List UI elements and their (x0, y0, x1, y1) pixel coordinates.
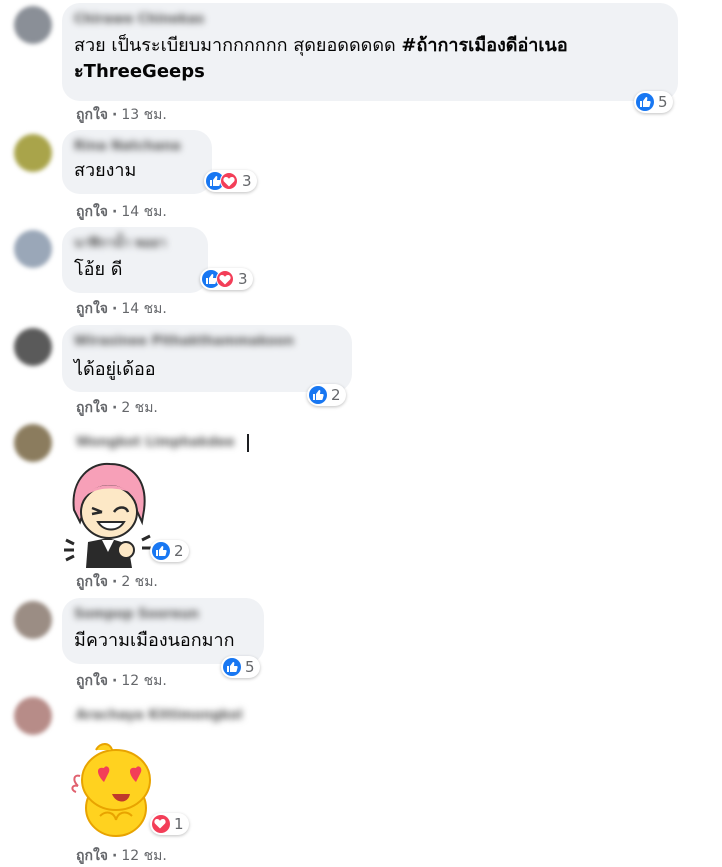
comment-author[interactable]: Sompop Sooreun (74, 606, 252, 624)
love-icon (216, 270, 234, 288)
comment-author[interactable]: Arachaya Kittimongkol (76, 707, 243, 725)
comment-author[interactable]: นาฬิกาน้ำ พอยา (74, 235, 196, 253)
like-link[interactable]: ถูกใจ (76, 400, 108, 416)
like-icon (636, 93, 654, 111)
like-icon (152, 542, 170, 560)
timestamp[interactable]: 12 ชม. (121, 673, 166, 689)
comment-text: สวยงาม (74, 160, 137, 181)
reaction-summary[interactable]: 5 (221, 656, 260, 678)
reaction-summary[interactable]: 2 (307, 384, 346, 406)
avatar[interactable] (14, 6, 52, 44)
like-link[interactable]: ถูกใจ (76, 574, 108, 590)
comment-bubble: Chirawe Chinekas สวย เป็นระเบียบมากกกกกก… (62, 3, 678, 101)
love-icon (152, 815, 170, 833)
like-icon (223, 658, 241, 676)
separator: · (112, 848, 118, 864)
like-icon (309, 386, 327, 404)
like-link[interactable]: ถูกใจ (76, 848, 108, 864)
reaction-count: 5 (658, 93, 668, 111)
like-link[interactable]: ถูกใจ (76, 301, 108, 317)
pink-hair-girl-sticker[interactable] (62, 460, 152, 568)
reaction-summary[interactable]: 5 (634, 91, 673, 113)
reaction-count: 3 (238, 270, 248, 288)
comment-text-line2: ะThreeGeeps (74, 61, 205, 82)
comment-author[interactable]: Wongkot Limphakdee (76, 434, 235, 452)
reaction-count: 1 (174, 815, 184, 833)
separator: · (112, 400, 118, 416)
comment-bubble: Wirasinee Pithakthammakoon ได้อยู่เด้ออ (62, 325, 352, 392)
hashtag-link[interactable]: #ถ้าการเมืองดีอ่าเนอ (401, 35, 567, 56)
avatar[interactable] (14, 424, 52, 462)
separator: · (112, 574, 118, 590)
comment-meta: ถูกใจ · 2 ชม. (76, 571, 158, 593)
timestamp[interactable]: 13 ชม. (121, 107, 166, 123)
separator: · (112, 204, 118, 220)
comment-author[interactable]: Wirasinee Pithakthammakoon (74, 333, 340, 351)
comment-text: โอ้ย ดี (74, 259, 123, 280)
timestamp[interactable]: 2 ชม. (121, 400, 158, 416)
avatar[interactable] (14, 134, 52, 172)
comment-text: มีความเมืองนอกมาก (74, 630, 235, 651)
comment-text-main: สวย เป็นระเบียบมากกกกกก สุดยอดดดดด (74, 35, 402, 56)
separator: · (112, 107, 118, 123)
comment-meta: ถูกใจ · 12 ชม. (76, 670, 167, 692)
sticker-cursor (247, 434, 249, 452)
comment-bubble: นาฬิกาน้ำ พอยา โอ้ย ดี (62, 227, 208, 293)
avatar[interactable] (14, 230, 52, 268)
reaction-count: 2 (174, 542, 184, 560)
reaction-count: 5 (245, 658, 255, 676)
comment-meta: ถูกใจ · 2 ชม. (76, 397, 158, 419)
timestamp[interactable]: 14 ชม. (121, 301, 166, 317)
reaction-summary[interactable]: 1 (150, 813, 189, 835)
comment-author[interactable]: Chirawe Chinekas (74, 11, 666, 29)
avatar[interactable] (14, 601, 52, 639)
comment-author[interactable]: Rina Natchana (74, 138, 200, 156)
separator: · (112, 301, 118, 317)
separator: · (112, 673, 118, 689)
comment-meta: ถูกใจ · 13 ชม. (76, 104, 167, 126)
avatar[interactable] (14, 328, 52, 366)
like-link[interactable]: ถูกใจ (76, 204, 108, 220)
timestamp[interactable]: 14 ชม. (121, 204, 166, 220)
reaction-summary[interactable]: 3 (200, 268, 253, 290)
comment-text: ได้อยู่เด้ออ (74, 359, 156, 380)
love-icon (220, 172, 238, 190)
yellow-heart-eyes-sticker[interactable] (70, 740, 160, 840)
reaction-count: 3 (242, 172, 252, 190)
like-link[interactable]: ถูกใจ (76, 673, 108, 689)
comment-bubble: Sompop Sooreun มีความเมืองนอกมาก (62, 598, 264, 664)
comment-meta: ถูกใจ · 14 ชม. (76, 201, 167, 223)
timestamp[interactable]: 12 ชม. (121, 848, 166, 864)
avatar[interactable] (14, 697, 52, 735)
comment-meta: ถูกใจ · 12 ชม. (76, 845, 167, 867)
reaction-summary[interactable]: 3 (204, 170, 257, 192)
reaction-summary[interactable]: 2 (150, 540, 189, 562)
comment-meta: ถูกใจ · 14 ชม. (76, 298, 167, 320)
like-link[interactable]: ถูกใจ (76, 107, 108, 123)
comment-bubble: Rina Natchana สวยงาม (62, 130, 212, 194)
reaction-count: 2 (331, 386, 341, 404)
comment-text: สวย เป็นระเบียบมากกกกกก สุดยอดดดดด #ถ้าก… (74, 33, 666, 59)
timestamp[interactable]: 2 ชม. (121, 574, 158, 590)
